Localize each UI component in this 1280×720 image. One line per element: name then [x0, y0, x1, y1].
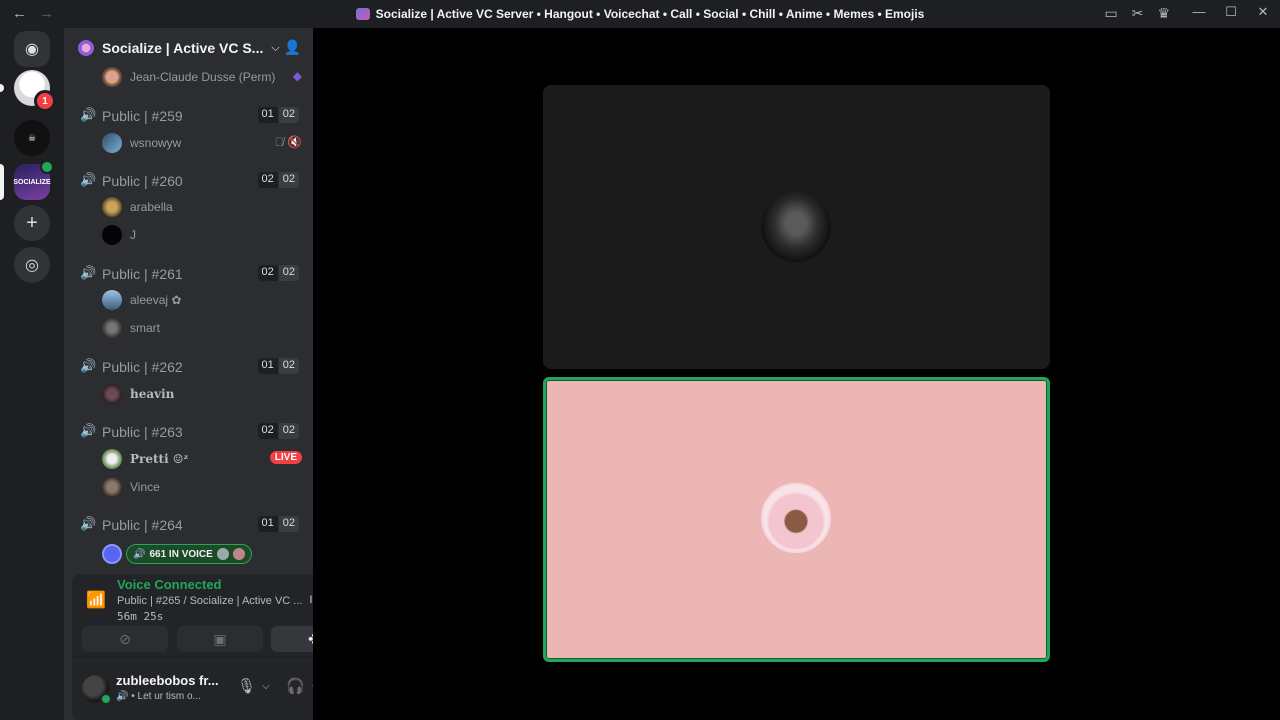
voice-user[interactable]: heavin — [102, 383, 302, 405]
speaker-icon: 🔊 — [80, 358, 97, 373]
headphones-icon[interactable]: 🎧 — [286, 677, 305, 695]
discord-logo-icon: ◉ — [25, 41, 39, 58]
voice-user[interactable]: wsnowyw 🎙̸ 🔇 — [102, 132, 302, 154]
active-server-pill — [0, 164, 4, 200]
avatar — [102, 318, 122, 338]
live-badge[interactable]: LIVE — [269, 451, 302, 464]
voice-channel-link[interactable]: Public | #265 / Socialize | Active VC ..… — [117, 595, 302, 607]
speaker-icon: 🔊 — [80, 265, 97, 280]
voice-user[interactable]: J — [102, 224, 302, 246]
voice-status[interactable]: Voice Connected — [117, 577, 222, 592]
screen-share-button[interactable]: ▣ — [177, 626, 263, 652]
user-count: 02 02 — [257, 265, 299, 281]
participant-tile-speaking[interactable] — [543, 377, 1050, 662]
participant-avatar — [761, 483, 831, 553]
in-voice-count: 661 IN VOICE — [149, 548, 213, 560]
voice-channel-264[interactable]: 🔊 Public | #264 01 02 — [64, 513, 313, 537]
in-voice-pill[interactable]: 🔊 661 IN VOICE — [126, 544, 252, 564]
window-title: Socialize | Active VC Server • Hangout •… — [0, 7, 1280, 21]
online-status-dot — [100, 693, 112, 705]
compass-icon: ◎ — [25, 257, 39, 274]
channel-sidebar: Socialize | Active VC S... ⌵ 👤 Jean-Clau… — [64, 28, 369, 720]
avatar — [102, 477, 122, 497]
maximize-button[interactable]: ☐ — [1222, 4, 1240, 20]
custom-status: 🔊 • Let ur tism o... — [116, 691, 201, 702]
voice-stage — [313, 28, 1280, 720]
avatar — [102, 67, 122, 87]
voice-active-dot — [40, 160, 54, 174]
avatar — [232, 548, 245, 560]
microphone-icon[interactable]: 🎙 — [237, 677, 256, 695]
call-timer: 56m 25s — [117, 610, 164, 623]
direct-messages-button[interactable]: ◉ — [14, 31, 50, 67]
camera-off-button[interactable]: ⊘ — [82, 626, 168, 652]
plus-icon: + — [26, 211, 38, 234]
speaker-icon: 🔊 — [80, 172, 97, 187]
in-voice-indicator[interactable]: 🔊 661 IN VOICE — [102, 544, 252, 564]
title-bar: ← → Socialize | Active VC Server • Hango… — [0, 0, 1280, 28]
avatar — [102, 133, 122, 153]
screen-share-icon: ▣ — [213, 630, 227, 647]
voice-channel-260[interactable]: 🔊 Public | #260 02 02 — [64, 169, 313, 193]
server-avatar — [102, 544, 122, 564]
speaker-icon: 🔊 — [133, 548, 146, 560]
close-button[interactable]: ✕ — [1254, 4, 1272, 20]
speaker-icon: 🔊 — [80, 423, 97, 438]
add-server-button[interactable]: + — [14, 205, 50, 241]
server-icon-1[interactable]: 1 — [14, 70, 56, 112]
avatar — [102, 384, 122, 404]
server-name: Socialize | Active VC S... — [102, 40, 264, 56]
user-count: 02 02 — [257, 172, 299, 188]
server-icon — [355, 8, 370, 20]
camera-off-icon: ⊘ — [119, 630, 131, 647]
mention-badge: 1 — [34, 90, 56, 112]
explore-servers-button[interactable]: ◎ — [14, 247, 50, 283]
inbox-icon[interactable]: ▭ — [1104, 5, 1117, 22]
username[interactable]: zubleebobos fr... — [116, 673, 219, 688]
voice-user[interactable]: aleevaj ✿ — [102, 289, 302, 311]
user-count: 01 02 — [257, 358, 299, 374]
server-rail: ◉ 1 ☠ SOCIALIZE + ◎ — [0, 28, 64, 720]
participant-avatar — [761, 192, 831, 262]
voice-user-streaming[interactable]: Pretti ☺ᶻ LIVE — [102, 448, 302, 470]
speaker-icon: 🔊 — [116, 691, 129, 702]
avatar — [102, 197, 122, 217]
voice-channel-263[interactable]: 🔊 Public | #263 02 02 — [64, 420, 313, 444]
server-header[interactable]: Socialize | Active VC S... ⌵ 👤 — [64, 28, 313, 68]
server-icon-2[interactable]: ☠ — [14, 120, 50, 156]
window-controls: — ☐ ✕ — [1190, 4, 1272, 20]
voice-user[interactable]: smart — [102, 317, 302, 339]
participant-tile[interactable] — [543, 85, 1050, 369]
minimize-button[interactable]: — — [1190, 4, 1208, 20]
voice-user[interactable]: Jean-Claude Dusse (Perm) ◆ — [102, 66, 302, 88]
gem-icon: ◆ — [292, 69, 302, 83]
voice-user[interactable]: arabella — [102, 196, 302, 218]
avatar — [216, 548, 229, 560]
speaker-icon: 🔊 — [80, 107, 97, 122]
server-icon-socialize[interactable]: SOCIALIZE — [13, 160, 54, 200]
invite-people-icon[interactable]: 👤 — [284, 39, 301, 56]
avatar — [102, 290, 122, 310]
avatar — [102, 449, 122, 469]
avatar — [102, 225, 122, 245]
chevron-down-icon[interactable]: ⌵ — [262, 681, 270, 692]
voice-channel-259[interactable]: 🔊 Public | #259 01 02 — [64, 104, 313, 128]
nitro-icon[interactable]: ♛ — [1157, 5, 1170, 22]
speaker-icon: 🔊 — [80, 516, 97, 531]
user-count: 02 02 — [257, 423, 299, 439]
user-count: 01 02 — [257, 107, 299, 123]
signal-strength-icon[interactable]: 📶 — [86, 590, 106, 610]
voice-channel-262[interactable]: 🔊 Public | #262 01 02 — [64, 355, 313, 379]
user-count: 01 02 — [257, 516, 299, 532]
voice-channel-261[interactable]: 🔊 Public | #261 02 02 — [64, 262, 313, 286]
tools-icon[interactable]: ✂ — [1132, 5, 1144, 22]
chevron-down-icon: ⌵ — [271, 41, 280, 54]
muted-deafened-icon: 🎙̸ 🔇 — [274, 135, 302, 149]
unread-indicator — [0, 84, 4, 92]
window-tools: ▭ ✂ ♛ — [1104, 5, 1170, 22]
server-logo-icon — [78, 40, 94, 56]
voice-user[interactable]: Vince — [102, 476, 302, 498]
